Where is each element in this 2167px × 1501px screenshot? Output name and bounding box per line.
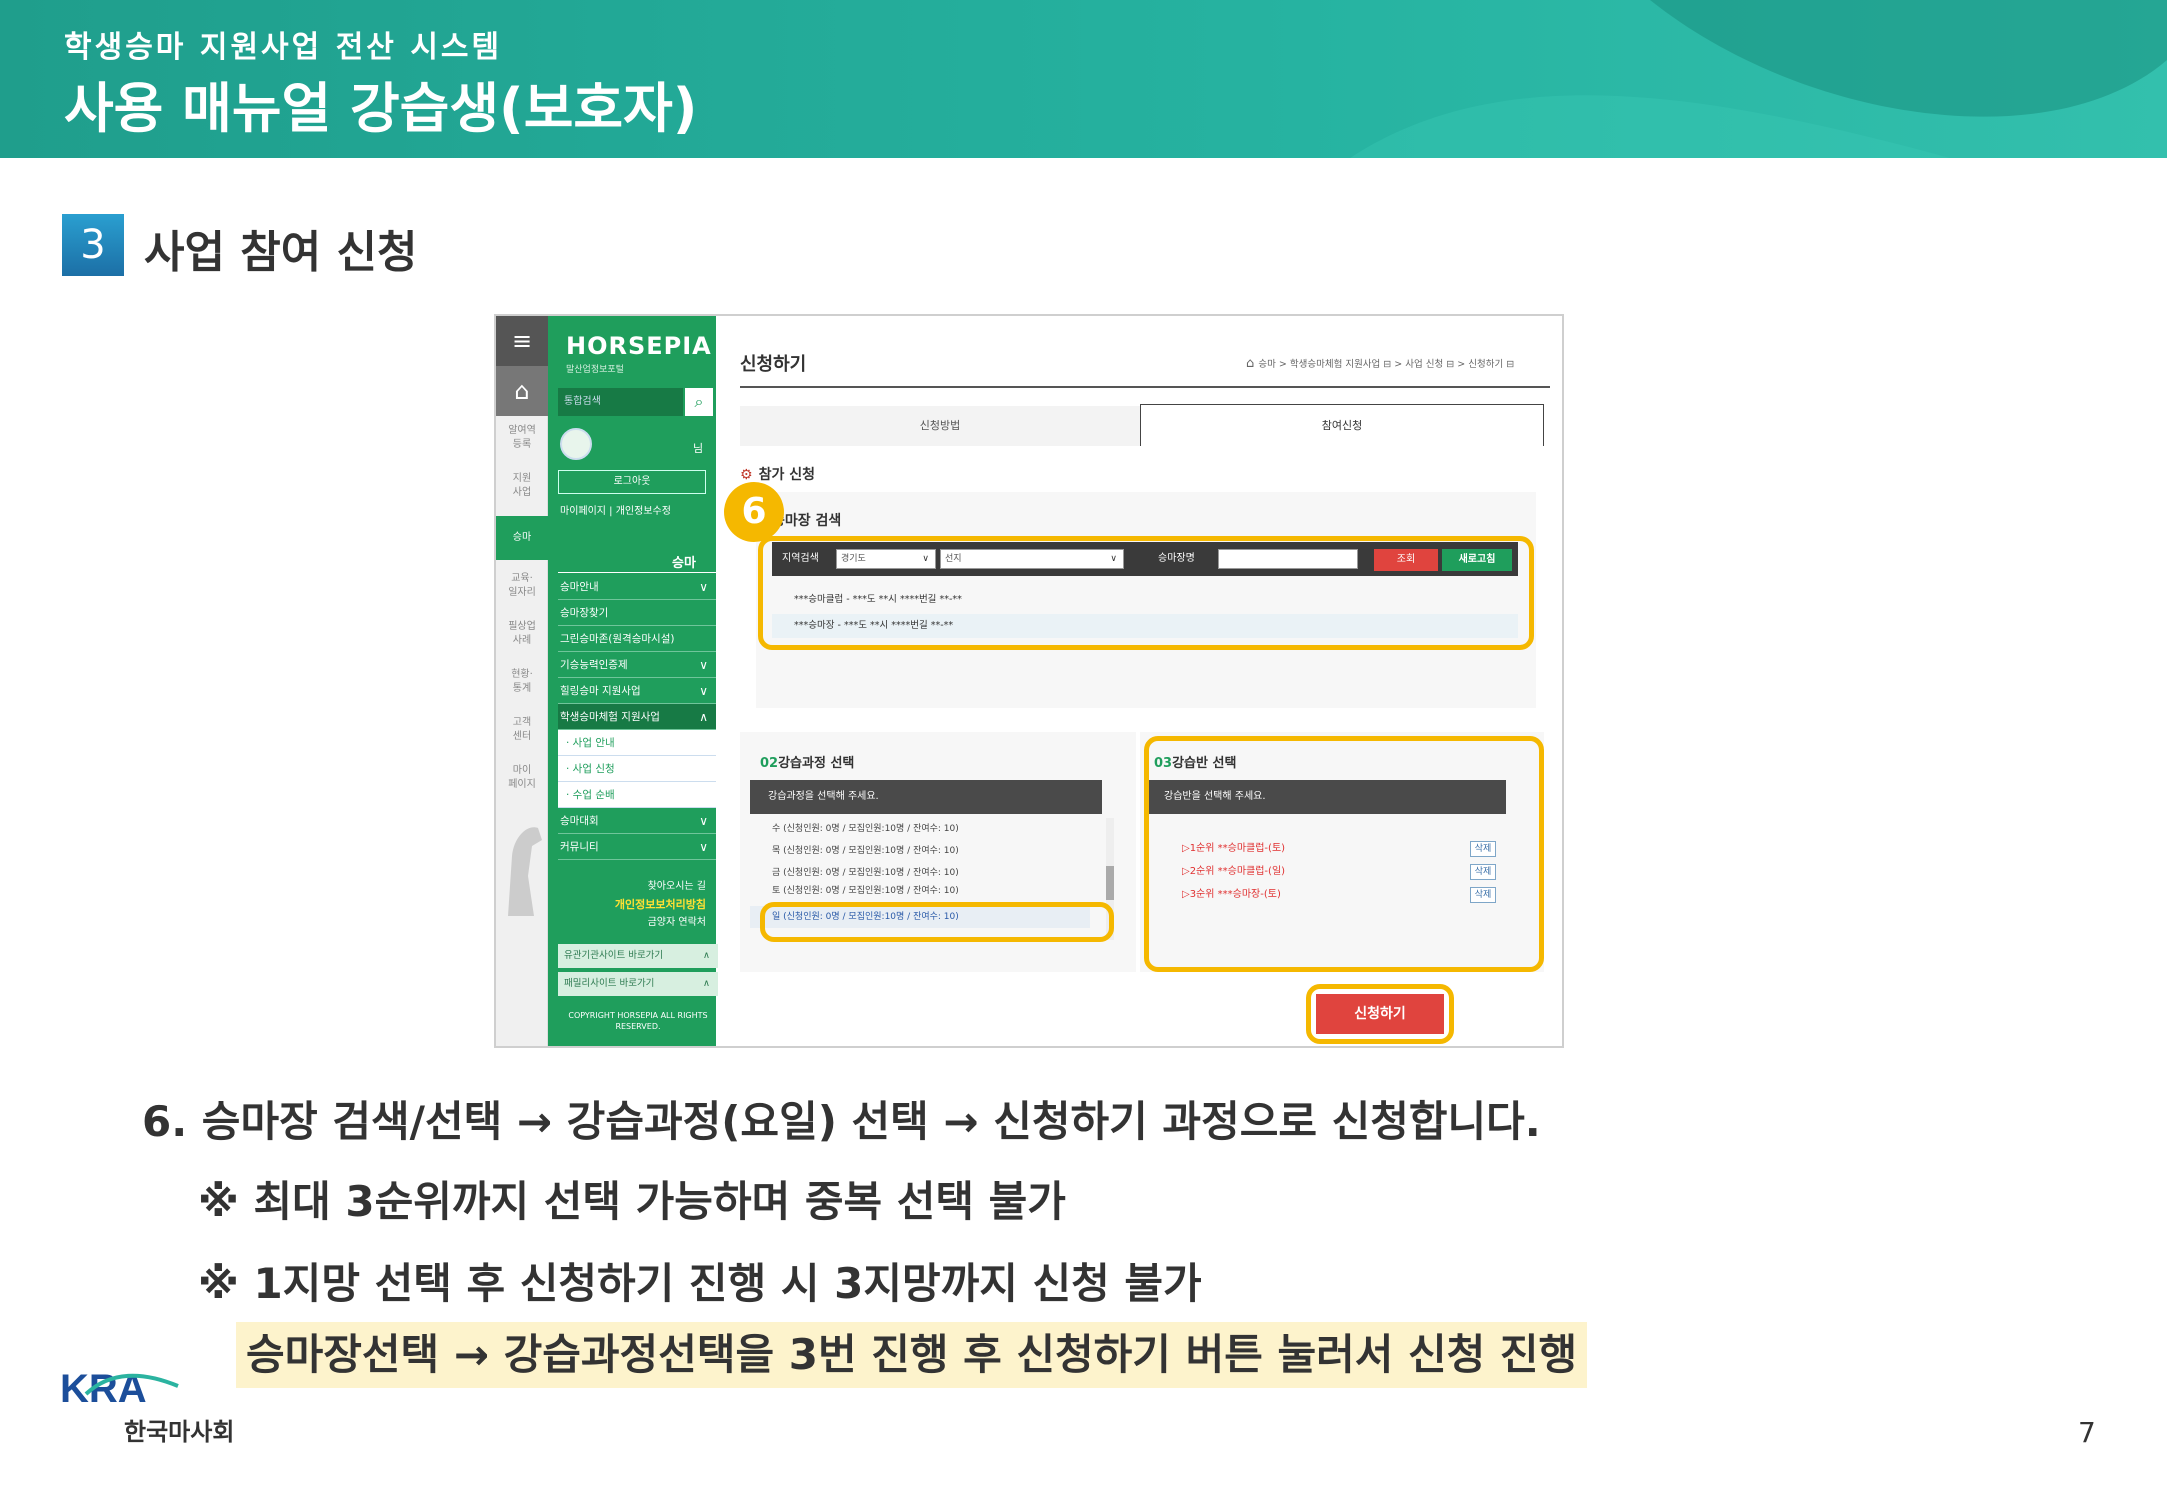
rail-item[interactable]: 교육· 일자리 <box>496 572 548 600</box>
home-icon: ⌂ <box>1246 356 1259 371</box>
sidebar-item[interactable]: 그린승마존(원격승마시설) <box>558 626 716 652</box>
gear-icon: ⚙ <box>740 467 753 483</box>
highlight-box-class <box>1144 736 1544 972</box>
table-row[interactable]: 수 (신청인원: 0명 / 모집인원:10명 / 잔여수: 10) <box>750 818 1090 840</box>
manual-page: 학생승마 지원사업 전산 시스템 사용 매뉴얼 강습생(보호자) 3 사업 참여… <box>0 0 2167 1501</box>
embedded-screenshot: ≡ ⌂ 알여역 등록 지원 사업 승마 교육· 일자리 필상업 사례 현황· 통… <box>494 314 1564 1048</box>
chevron-down-icon: ∨ <box>699 814 708 828</box>
course-select-bar[interactable]: 강습과정을 선택해 주세요. <box>750 780 1102 814</box>
rail-item[interactable]: 알여역 등록 <box>496 424 548 452</box>
rail-item-active[interactable]: 승마 <box>496 516 548 560</box>
sidebar-item-active[interactable]: 학생승마체험 지원사업 ∧ <box>558 704 716 730</box>
rail-item[interactable]: 고객 센터 <box>496 716 548 744</box>
section-heading: ⚙ 참가 신청 <box>740 467 815 483</box>
avatar <box>560 428 592 460</box>
manual-title: 사용 매뉴얼 강습생(보호자) <box>64 77 698 140</box>
logout-button[interactable]: 로그아웃 <box>558 470 706 494</box>
course-heading: 02강습과정 선택 <box>760 756 855 771</box>
sidebar-item[interactable]: 기승능력인증제 ∨ <box>558 652 716 678</box>
system-subtitle: 학생승마 지원사업 전산 시스템 <box>64 30 503 65</box>
chevron-down-icon: ∨ <box>699 580 708 594</box>
user-name: 님 <box>693 442 704 455</box>
chevron-down-icon: ∨ <box>699 684 708 698</box>
rail-item[interactable]: 현황· 통계 <box>496 668 548 696</box>
rail-item[interactable]: 필상업 사례 <box>496 620 548 648</box>
related-sites-button[interactable]: 유관기관사이트 바로가기 ∧ <box>558 944 718 968</box>
section-title: 사업 참여 신청 <box>144 227 418 278</box>
main-content: 신청하기 ⌂ 승마 > 학생승마체험 지원사업 ⊟ > 사업 신청 ⊟ > 신청… <box>716 316 1562 1046</box>
highlight-box-course <box>760 902 1114 942</box>
chevron-up-icon: ∧ <box>703 950 710 961</box>
sidebar-item[interactable]: 힐링승마 지원사업 ∨ <box>558 678 716 704</box>
highlight-box-apply <box>1306 984 1454 1044</box>
horsepia-logo[interactable]: HORSEPIA <box>566 332 712 360</box>
icon-rail: ≡ ⌂ 알여역 등록 지원 사업 승마 교육· 일자리 필상업 사례 현황· 통… <box>496 316 548 1046</box>
page-title: 신청하기 <box>740 354 807 375</box>
rail-item[interactable]: 지원 사업 <box>496 472 548 500</box>
nav-section-title: 승마 <box>672 556 696 571</box>
svg-text:KRA: KRA <box>60 1367 147 1408</box>
sidebar-item[interactable]: 승마안내 ∨ <box>558 574 716 600</box>
sidebar-search-input[interactable]: 통합검색 <box>558 388 683 416</box>
note-1: ※ 최대 3순위까지 선택 가능하며 중복 선택 불가 <box>198 1177 1066 1226</box>
sidebar-item[interactable]: 커뮤니티 ∨ <box>558 834 716 860</box>
step-callout-badge: 6 <box>724 482 784 542</box>
organization-name: 한국마사회 <box>124 1418 235 1446</box>
sidebar-subitem[interactable]: · 사업 안내 <box>558 730 716 756</box>
sidebar-item[interactable]: 승마대회 ∨ <box>558 808 716 834</box>
rail-item[interactable]: 마이 페이지 <box>496 764 548 792</box>
family-sites-button[interactable]: 패밀리사이트 바로가기 ∧ <box>558 972 718 996</box>
chevron-down-icon: ∨ <box>699 658 708 672</box>
privacy-links[interactable]: 찾아오시는 길 개인정보보처리방침 금양자 연락처 <box>558 878 706 932</box>
sidebar-item[interactable]: 승마장찾기 <box>558 600 716 626</box>
sidebar-subitem[interactable]: · 사업 신청 <box>558 756 716 782</box>
logo-subtitle: 말산업정보포털 <box>566 365 624 375</box>
search-icon[interactable]: ⌕ <box>685 388 713 416</box>
kra-logo: KRA <box>60 1367 179 1408</box>
table-row[interactable]: 금 (신청인원: 0명 / 모집인원:10명 / 잔여수: 10) <box>750 862 1090 884</box>
step-description: 6. 승마장 검색/선택 → 강습과정(요일) 선택 → 신청하기 과정으로 신… <box>142 1097 1541 1146</box>
chevron-up-icon: ∧ <box>699 710 708 724</box>
my-links[interactable]: 마이페이지 | 개인정보수정 <box>560 502 671 517</box>
tab-apply-method[interactable]: 신청방법 <box>740 406 1140 446</box>
chevron-up-icon: ∧ <box>703 978 710 989</box>
breadcrumb[interactable]: ⌂ 승마 > 학생승마체험 지원사업 ⊟ > 사업 신청 ⊟ > 신청하기 ⊟ <box>1246 356 1514 371</box>
horse-silhouette-image <box>508 827 542 916</box>
section-number: 3 <box>62 214 124 276</box>
chevron-down-icon: ∨ <box>699 840 708 854</box>
sidebar-subitem[interactable]: · 수업 순배 <box>558 782 716 808</box>
tab-participation[interactable]: 참여신청 <box>1140 404 1544 446</box>
home-icon[interactable]: ⌂ <box>496 366 548 416</box>
hamburger-icon[interactable]: ≡ <box>496 316 548 366</box>
table-row[interactable]: 토 (신청인원: 0명 / 모집인원:10명 / 잔여수: 10) <box>750 884 1090 898</box>
highlight-box-search <box>758 536 1534 650</box>
copyright-text: COPYRIGHT HORSEPIA ALL RIGHTS RESERVED. <box>568 1011 708 1031</box>
page-number: 7 <box>2078 1416 2096 1449</box>
header-banner: 학생승마 지원사업 전산 시스템 사용 매뉴얼 강습생(보호자) <box>0 0 2167 158</box>
highlighted-instruction: 승마장선택 → 강습과정선택을 3번 진행 후 신청하기 버튼 눌러서 신청 진… <box>236 1322 1588 1388</box>
green-sidebar: HORSEPIA 말산업정보포털 통합검색 ⌕ 님 로그아웃 마이페이지 | 개… <box>548 316 718 1046</box>
table-row[interactable]: 목 (신청인원: 0명 / 모집인원:10명 / 잔여수: 10) <box>750 840 1090 862</box>
note-2: ※ 1지망 선택 후 신청하기 진행 시 3지망까지 신청 불가 <box>198 1259 1202 1308</box>
